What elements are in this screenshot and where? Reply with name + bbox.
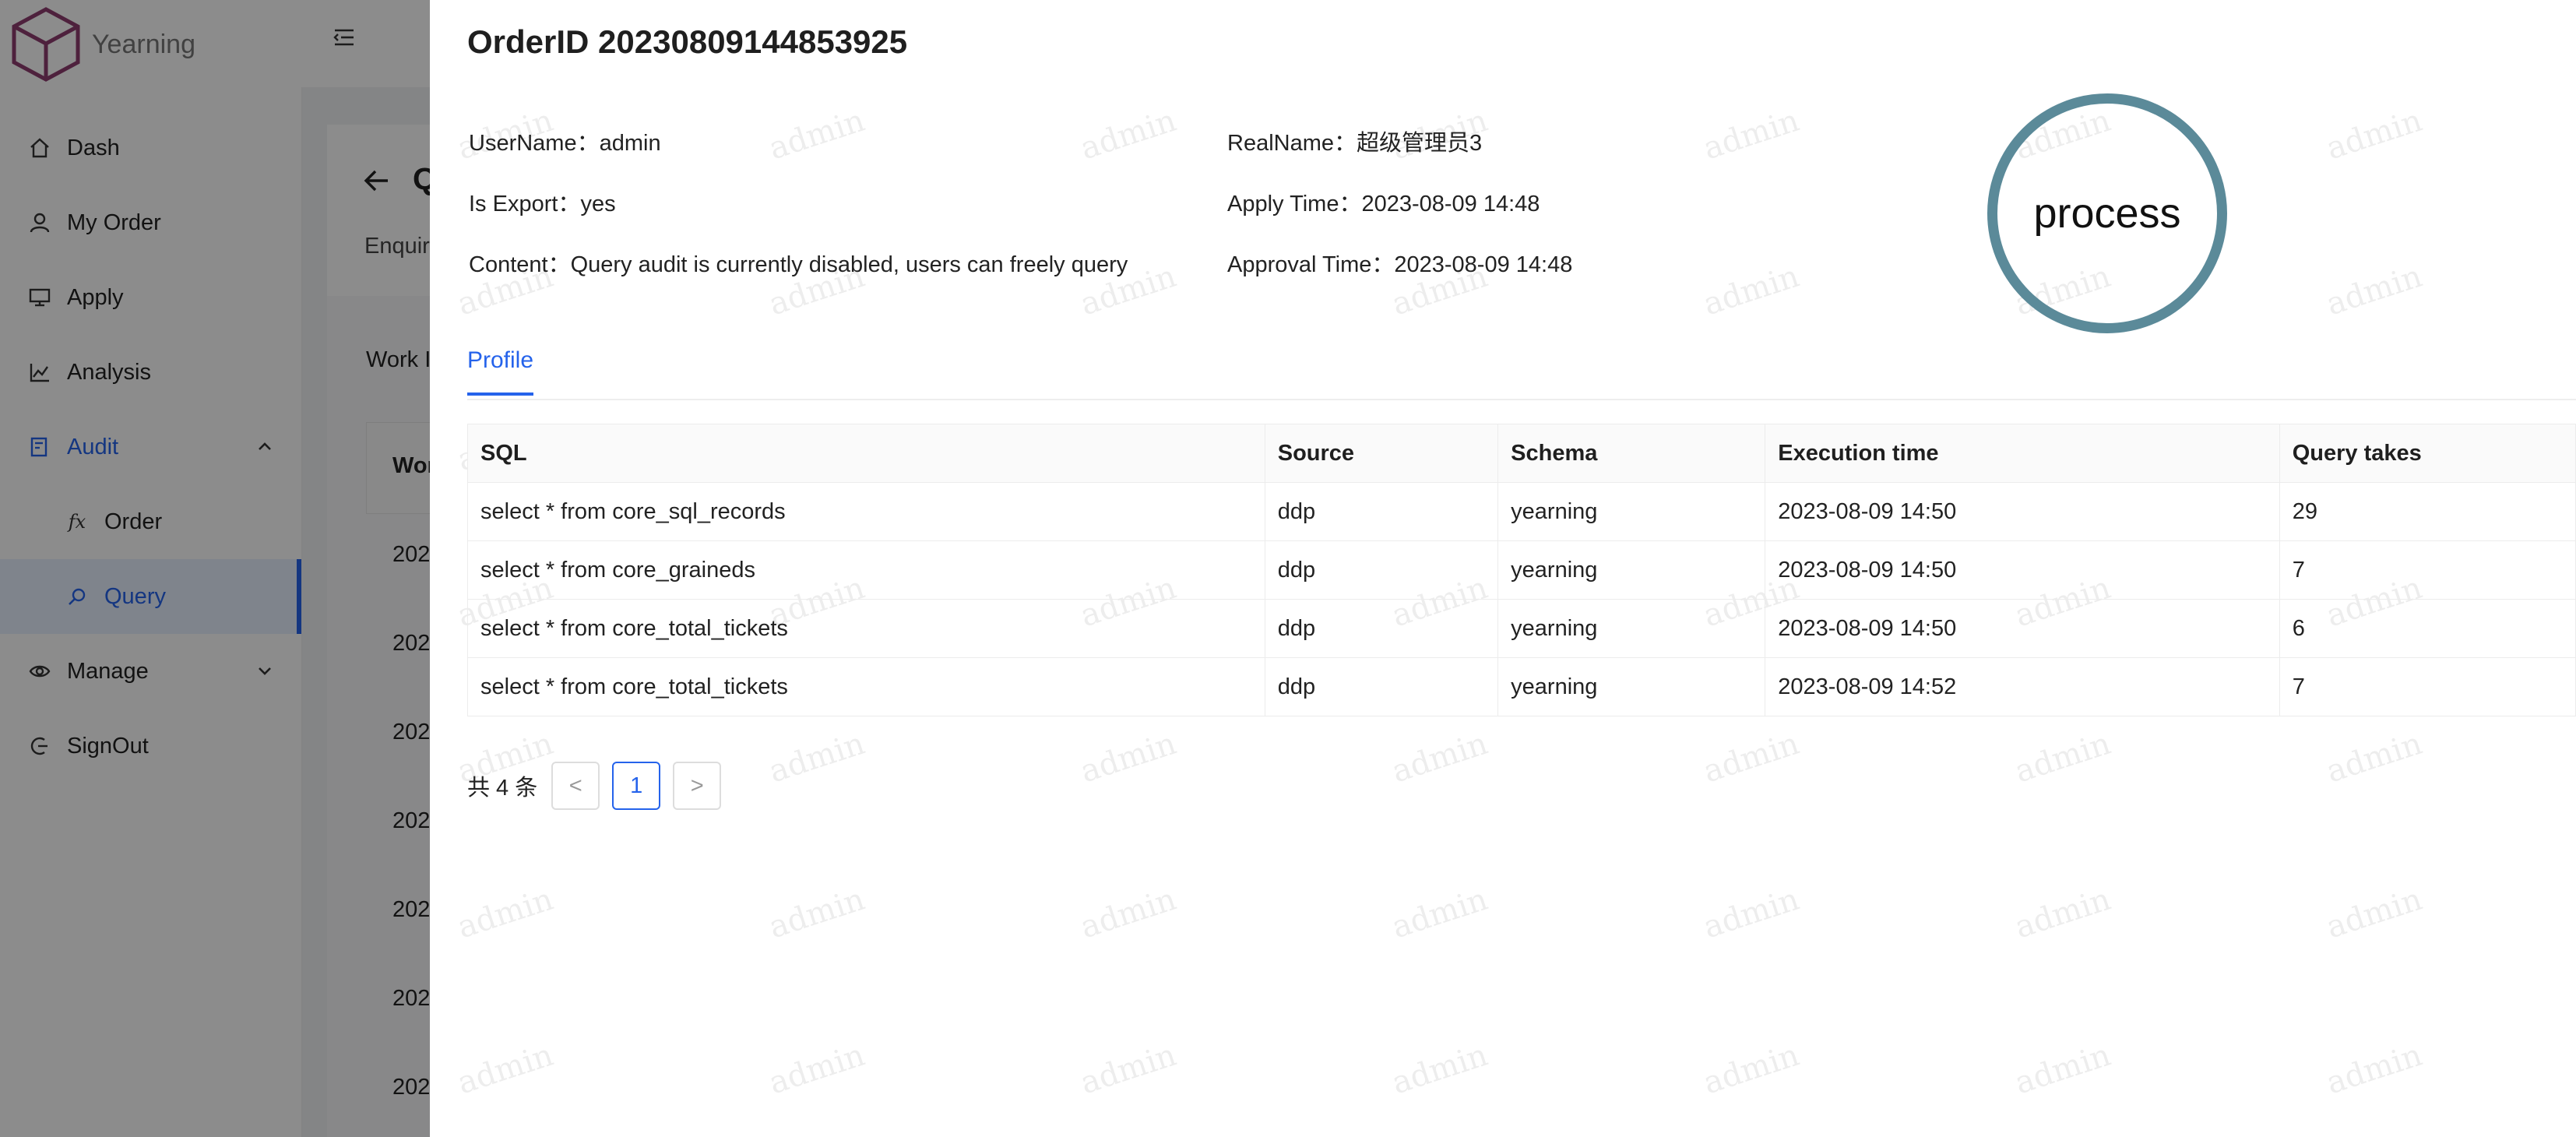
cell-query-takes: 7 (2279, 540, 2576, 600)
watermark-text: admin (1698, 258, 1804, 323)
export-field: Is Export：yes (469, 185, 616, 218)
watermark-text: admin (1387, 881, 1492, 946)
page-button-current[interactable]: 1 (612, 762, 661, 810)
watermark-text: admin (764, 725, 869, 790)
watermark-text: admin (1075, 725, 1181, 790)
watermark-text: admin (452, 881, 558, 946)
cell-query-takes: 6 (2279, 599, 2576, 658)
approval-time-field: Approval Time：2023-08-09 14:48 (1227, 246, 1572, 279)
pagination: 共 4 条 < 1 > (467, 762, 734, 810)
watermark-text: admin (1698, 1037, 1804, 1102)
table-header-row: SQL Source Schema Execution time Query t… (467, 424, 2576, 483)
order-detail-drawer: admin admin admin admin admin admin admin admin… (430, 0, 2576, 1137)
column-header-sql: SQL (467, 424, 1265, 483)
field-value: Query audit is currently disabled, users… (570, 252, 1128, 277)
cell-query-takes: 7 (2279, 657, 2576, 716)
watermark-text: admin (1075, 102, 1181, 167)
watermark-text: admin (2321, 102, 2426, 167)
cell-source: ddp (1264, 657, 1499, 716)
field-label: RealName： (1227, 131, 1357, 156)
status-stamp: process (1987, 93, 2227, 333)
field-value: 2023-08-09 14:48 (1361, 192, 1540, 216)
column-header-execution-time: Execution time (1765, 424, 2280, 483)
watermark-text: admin (1698, 725, 1804, 790)
cell-sql: select * from core_total_tickets (467, 657, 1265, 716)
column-header-query-takes: Query takes (2279, 424, 2576, 483)
watermark-text: admin (2321, 725, 2426, 790)
pagination-total: 共 4 条 (467, 776, 538, 801)
column-header-schema: Schema (1497, 424, 1766, 483)
watermark-text: admin (2321, 1037, 2426, 1102)
tab-profile[interactable]: Profile (467, 347, 534, 396)
watermark-text: admin (2010, 725, 2115, 790)
cell-schema: yearning (1497, 540, 1766, 600)
cell-schema: yearning (1497, 657, 1766, 716)
watermark-text: admin (1698, 102, 1804, 167)
watermark-text: admin (1387, 1037, 1492, 1102)
username-field: UserName：admin (469, 125, 661, 157)
cell-execution-time: 2023-08-09 14:52 (1765, 657, 2280, 716)
watermark-text: admin (764, 102, 869, 167)
cell-source: ddp (1264, 540, 1499, 600)
field-label: Approval Time： (1227, 252, 1395, 277)
table-row[interactable]: select * from core_total_tickets ddp yea… (467, 657, 2576, 716)
column-header-source: Source (1264, 424, 1499, 483)
realname-field: RealName：超级管理员3 (1227, 125, 1482, 157)
content-field: Content：Query audit is currently disable… (469, 246, 1128, 279)
watermark-text: admin (1075, 1037, 1181, 1102)
cell-source: ddp (1264, 482, 1499, 541)
watermark-text: admin (1387, 725, 1492, 790)
field-label: UserName： (469, 131, 600, 156)
cell-sql: select * from core_total_tickets (467, 599, 1265, 658)
watermark-text: admin (1698, 881, 1804, 946)
field-label: Is Export： (469, 192, 581, 216)
field-value: yes (580, 192, 616, 216)
drawer-title: OrderID 20230809144853925 (467, 23, 908, 60)
watermark-text: admin (2010, 1037, 2115, 1102)
watermark-text: admin (1075, 881, 1181, 946)
cell-execution-time: 2023-08-09 14:50 (1765, 540, 2280, 600)
cell-source: ddp (1264, 599, 1499, 658)
prev-page-button[interactable]: < (551, 762, 600, 810)
cell-query-takes: 29 (2279, 482, 2576, 541)
cell-execution-time: 2023-08-09 14:50 (1765, 599, 2280, 658)
chevron-right-icon: > (690, 773, 704, 798)
table-row[interactable]: select * from core_sql_records ddp yearn… (467, 482, 2576, 541)
chevron-left-icon: < (568, 773, 582, 798)
drawer-tabs: Profile (467, 336, 2576, 400)
cell-sql: select * from core_graineds (467, 540, 1265, 600)
cell-execution-time: 2023-08-09 14:50 (1765, 482, 2280, 541)
field-value: 超级管理员3 (1357, 131, 1483, 156)
field-value: admin (599, 131, 661, 156)
watermark-text: admin (2321, 881, 2426, 946)
watermark-text: admin (764, 1037, 869, 1102)
field-label: Apply Time： (1227, 192, 1362, 216)
cell-schema: yearning (1497, 482, 1766, 541)
table-row[interactable]: select * from core_total_tickets ddp yea… (467, 599, 2576, 658)
watermark-text: admin (764, 881, 869, 946)
cell-sql: select * from core_sql_records (467, 482, 1265, 541)
field-label: Content： (469, 252, 571, 277)
sql-records-table: SQL Source Schema Execution time Query t… (467, 424, 2576, 716)
next-page-button[interactable]: > (673, 762, 722, 810)
cell-schema: yearning (1497, 599, 1766, 658)
watermark-text: admin (2321, 258, 2426, 323)
table-row[interactable]: select * from core_graineds ddp yearning… (467, 540, 2576, 600)
watermark-text: admin (2010, 881, 2115, 946)
field-value: 2023-08-09 14:48 (1394, 252, 1573, 277)
status-stamp-text: process (2033, 190, 2181, 237)
apply-time-field: Apply Time：2023-08-09 14:48 (1227, 185, 1540, 218)
watermark-text: admin (452, 1037, 558, 1102)
